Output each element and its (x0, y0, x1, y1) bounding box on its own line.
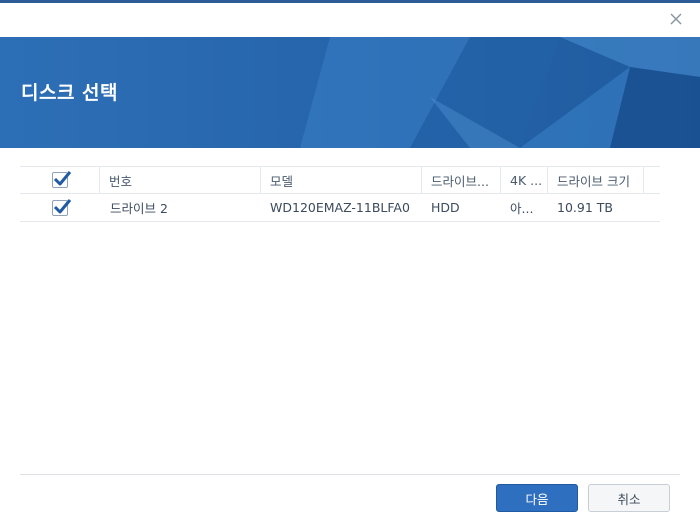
column-header-drive-type[interactable]: 드라이브... (422, 167, 501, 193)
checkmark-icon (53, 198, 72, 213)
column-header-4k[interactable]: 4K ... (501, 167, 548, 193)
next-button[interactable]: 다음 (496, 484, 578, 512)
dialog-header-banner: 디스크 선택 (0, 37, 700, 148)
cell-drive-type: HDD (431, 200, 460, 215)
window-top-strip (0, 0, 700, 3)
row-select-cell (20, 194, 100, 221)
table-header: 번호 모델 드라이브... 4K ... 드라이브 크기 (20, 166, 660, 194)
cell-model: WD120EMAZ-11BLFA0 (270, 200, 410, 215)
cancel-button[interactable]: 취소 (588, 484, 670, 512)
dialog-title: 디스크 선택 (21, 82, 119, 104)
close-button[interactable] (666, 9, 686, 29)
column-header-number[interactable]: 번호 (100, 167, 261, 193)
column-header-filler (644, 167, 660, 193)
select-all-checkbox[interactable] (51, 171, 71, 188)
column-header-size[interactable]: 드라이브 크기 (548, 167, 644, 193)
disk-table: 번호 모델 드라이브... 4K ... 드라이브 크기 드라이브 2 WD12… (20, 166, 660, 222)
cell-filler (644, 194, 660, 221)
close-icon (670, 13, 682, 25)
row-checkbox[interactable] (52, 198, 72, 216)
footer-divider (20, 474, 680, 475)
checkmark-icon (53, 171, 71, 186)
column-header-model[interactable]: 모델 (261, 167, 422, 193)
cell-number: 드라이브 2 (110, 201, 168, 216)
cell-size: 10.91 TB (557, 200, 613, 215)
cell-4k: 아... (510, 201, 534, 216)
header-select-cell (20, 167, 100, 193)
table-row[interactable]: 드라이브 2 WD120EMAZ-11BLFA0 HDD 아... 10.91 … (20, 194, 660, 222)
